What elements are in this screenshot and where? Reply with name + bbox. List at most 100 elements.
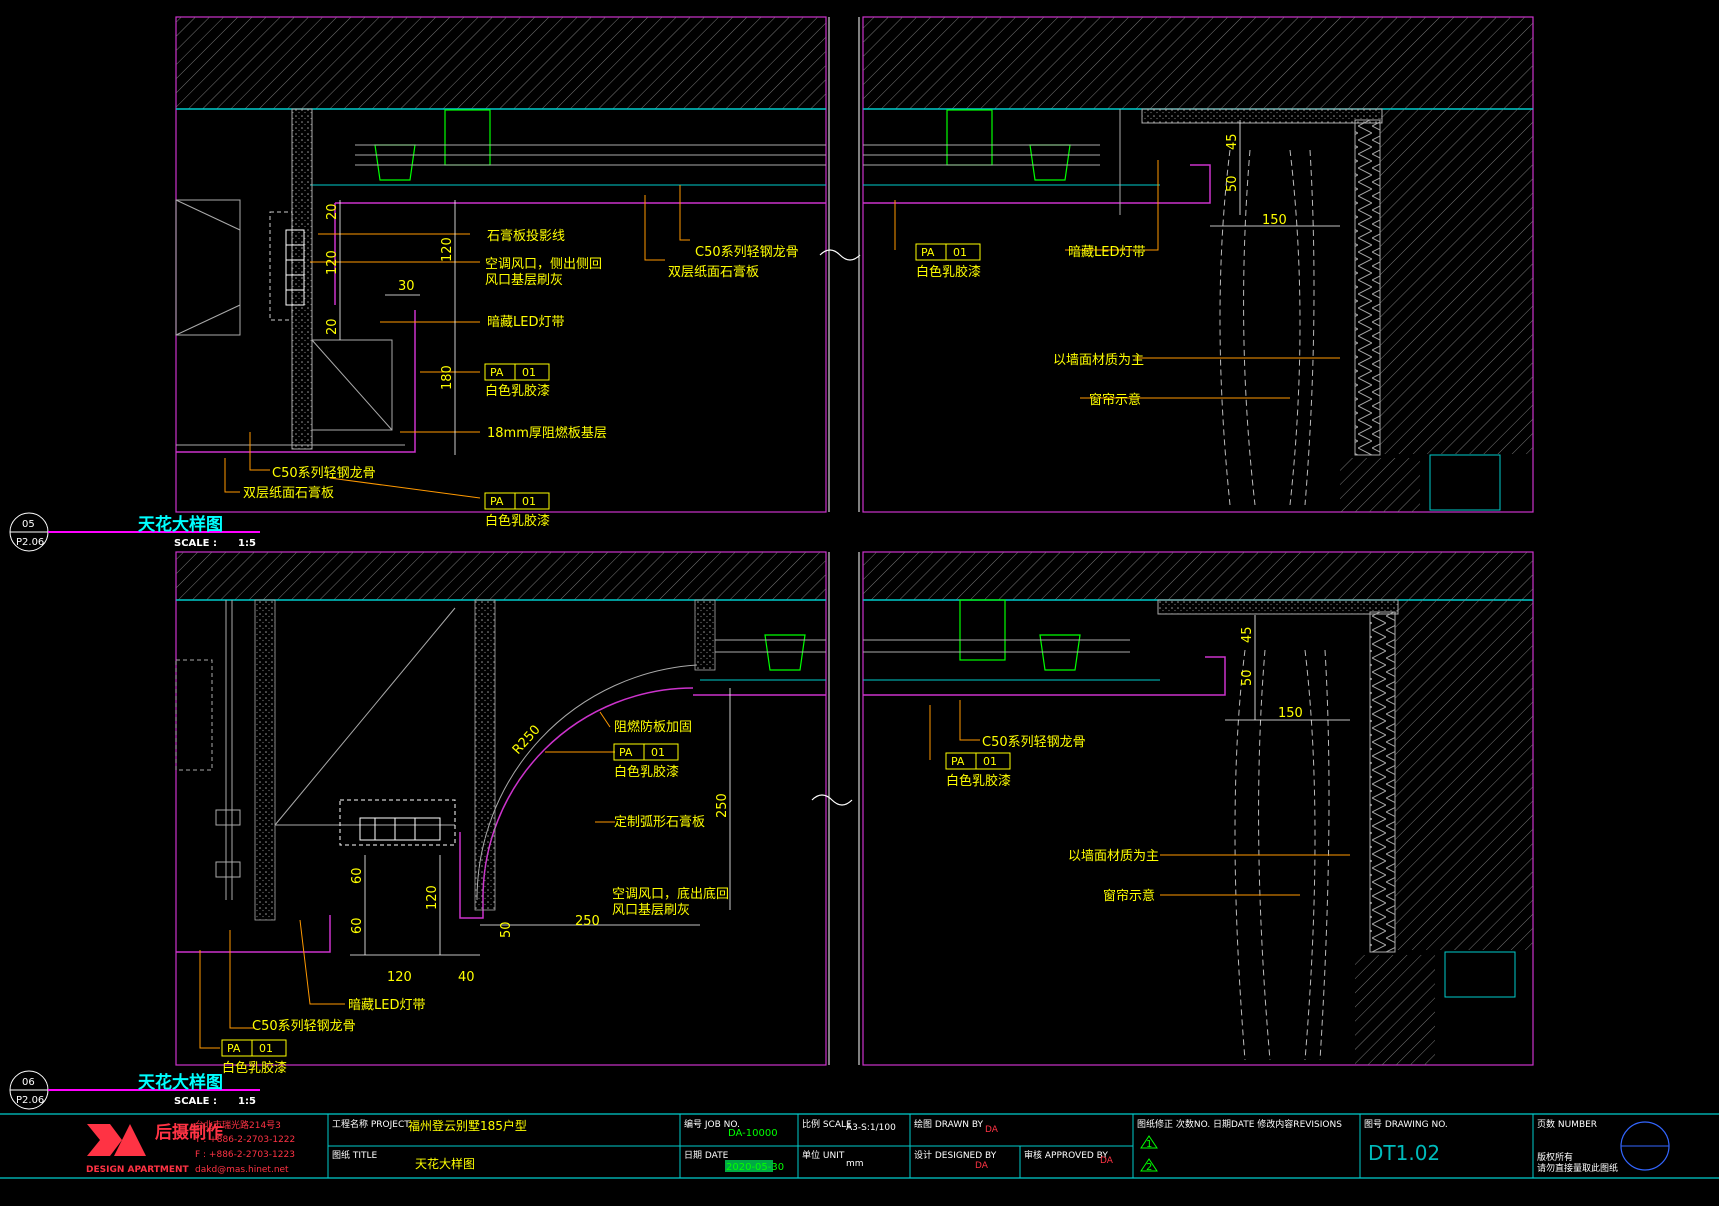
pa-code: PA	[951, 755, 965, 768]
dim-250: 250	[715, 793, 730, 818]
label-double-gypsum: 双层纸面石膏板	[243, 485, 334, 501]
label-keel: C50系列轻钢龙骨	[272, 466, 376, 481]
approved-value: DA	[1100, 1156, 1114, 1166]
label-curved-gypsum: 定制弧形石膏板	[614, 814, 705, 830]
drawing-no-label: 图号 DRAWING NO.	[1364, 1119, 1448, 1130]
company-email: dakd@mas.hinet.net	[195, 1165, 289, 1175]
title-value: 天花大样图	[415, 1156, 475, 1171]
label-curtain: 窗帘示意	[1103, 888, 1155, 904]
scale-value: 1:5	[238, 1096, 256, 1107]
project-label: 工程名称 PROJECT	[332, 1118, 410, 1130]
revision-1: 1	[1146, 1139, 1152, 1150]
copyright-line1: 版权所有	[1537, 1151, 1573, 1163]
title-label: 图纸 TITLE	[332, 1149, 378, 1161]
label-led-strip: 暗藏LED灯带	[487, 315, 564, 330]
unit-value: mm	[846, 1159, 864, 1169]
page-label: 页数 NUMBER	[1537, 1118, 1597, 1130]
copyright-line2: 请勿直接量取此图纸	[1537, 1162, 1618, 1174]
bubble-number: 06	[22, 1077, 35, 1088]
company-fax: F : +886-2-2703-1223	[195, 1150, 295, 1160]
scale-value: 1:5	[238, 538, 256, 549]
dim-20: 20	[325, 203, 340, 220]
project-value: 福州登云别墅185户型	[408, 1118, 527, 1133]
company-name-en: DESIGN APARTMENT	[86, 1165, 190, 1175]
label-gypsum-shadow-line: 石膏板投影线	[487, 228, 565, 244]
scale-label: 比例 SCALE	[802, 1118, 852, 1130]
unit-label: 单位 UNIT	[802, 1149, 845, 1161]
bubble-sheet: P2.06	[16, 537, 44, 548]
dim-20: 20	[325, 318, 340, 335]
bubble-sheet: P2.06	[16, 1095, 44, 1106]
label-latex-paint: 白色乳胶漆	[222, 1060, 287, 1076]
detail-title: 天花大样图	[138, 1072, 223, 1093]
drawing-no-value: DT1.02	[1368, 1141, 1440, 1165]
dim-120: 120	[440, 237, 455, 262]
dim-50: 50	[1225, 175, 1240, 192]
dim-radius: R250	[510, 722, 544, 757]
job-value: DA-10000	[728, 1128, 778, 1139]
dim-45: 45	[1240, 626, 1255, 643]
pa-number: 01	[522, 366, 536, 379]
scale-label: SCALE :	[174, 538, 217, 549]
dim-120: 120	[387, 970, 412, 985]
date-label: 日期 DATE	[684, 1150, 729, 1161]
dim-30: 30	[398, 279, 415, 294]
dim-120: 120	[425, 885, 440, 910]
dim-150: 150	[1262, 213, 1287, 228]
revision-2: 2	[1146, 1162, 1152, 1173]
dim-50: 50	[499, 921, 514, 938]
designed-label: 设计 DESIGNED BY	[914, 1149, 997, 1161]
scale-value: A3-S:1/100	[846, 1123, 896, 1133]
label-latex-paint: 白色乳胶漆	[614, 764, 679, 780]
label-latex-paint-mid: 白色乳胶漆	[916, 264, 981, 280]
concrete-slab	[863, 17, 1533, 109]
label-keel: C50系列轻钢龙骨	[252, 1019, 356, 1034]
approved-label: 审核 APPROVED BY	[1024, 1149, 1108, 1161]
pa-code: PA	[921, 246, 935, 259]
dim-150: 150	[1278, 706, 1303, 721]
company-tel: T : +886-2-2703-1222	[194, 1135, 295, 1145]
drawn-value: DA	[985, 1125, 999, 1135]
label-fireproof-board: 18mm厚阻燃板基层	[487, 425, 607, 441]
detail-06: R250 阻燃防板加固 PA 01 白色乳胶漆 定制弧形石膏板 空调风口，底出底…	[9, 551, 1534, 1110]
drawing-canvas: 石膏板投影线 空调风口，侧出侧回 风口基层刷灰 暗藏LED灯带 PA 01 白色…	[0, 16, 1719, 1179]
label-double-gypsum-mid: 双层纸面石膏板	[668, 264, 759, 280]
revisions-label: 图纸修正 次数NO. 日期DATE 修改内容REVISIONS	[1137, 1118, 1342, 1130]
scale-label: SCALE :	[174, 1096, 217, 1107]
title-block: 后摄制作 DESIGN APARTMENT 台北市瑞光路214号3 T : +8…	[0, 1113, 1719, 1179]
dim-45: 45	[1225, 133, 1240, 150]
label-curtain: 窗帘示意	[1089, 392, 1141, 408]
dim-60: 60	[350, 917, 365, 934]
label-wall-material: 以墙面材质为主	[1068, 849, 1159, 864]
company-logo	[87, 1124, 146, 1156]
pa-code: PA	[227, 1042, 241, 1055]
designed-value: DA	[975, 1161, 989, 1171]
dim-250: 250	[575, 914, 600, 929]
pa-code: PA	[619, 746, 633, 759]
label-led-strip-right: 暗藏LED灯带	[1068, 245, 1145, 260]
pa-number: 01	[259, 1042, 273, 1055]
date-value: 2020-05-30	[726, 1162, 784, 1173]
pa-number: 01	[522, 495, 536, 508]
label-ac-vent-line2: 风口基层刷灰	[612, 903, 690, 918]
hanger-assembly	[764, 599, 1081, 671]
detail-title: 天花大样图	[138, 514, 223, 535]
label-led-strip: 暗藏LED灯带	[348, 998, 425, 1013]
label-keel-mid: C50系列轻钢龙骨	[982, 735, 1086, 750]
bubble-number: 05	[22, 519, 35, 530]
label-latex-paint-mid: 白色乳胶漆	[946, 773, 1011, 789]
label-fire-board: 阻燃防板加固	[614, 719, 692, 735]
concrete-slab	[176, 17, 826, 109]
label-latex-paint: 白色乳胶漆	[485, 383, 550, 399]
dim-180: 180	[440, 365, 455, 390]
dim-40: 40	[458, 970, 475, 985]
dim-60: 60	[350, 867, 365, 884]
detail-05: 石膏板投影线 空调风口，侧出侧回 风口基层刷灰 暗藏LED灯带 PA 01 白色…	[9, 16, 1534, 552]
label-latex-paint: 白色乳胶漆	[485, 513, 550, 529]
label-wall-material: 以墙面材质为主	[1053, 353, 1144, 368]
dim-120: 120	[325, 250, 340, 275]
pa-code: PA	[490, 366, 504, 379]
dim-50: 50	[1240, 669, 1255, 686]
label-ac-vent-line1: 空调风口，底出底回	[612, 886, 729, 902]
label-keel-mid: C50系列轻钢龙骨	[695, 245, 799, 260]
